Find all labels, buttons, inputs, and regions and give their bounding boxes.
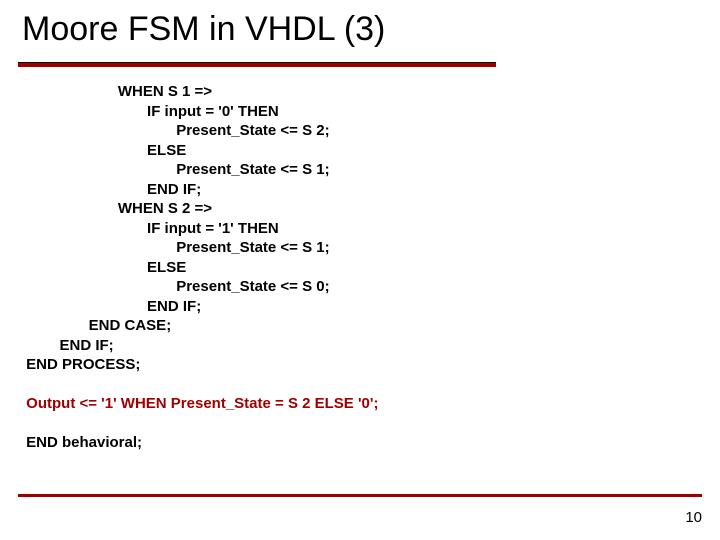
code-line: ELSE — [22, 259, 186, 276]
code-line: END IF; — [22, 298, 201, 315]
code-line-output: Output <= '1' WHEN Present_State = S 2 E… — [22, 395, 378, 412]
code-line: END IF; — [22, 337, 114, 354]
code-line: IF input = '0' THEN — [22, 103, 279, 120]
code-line: ELSE — [22, 142, 186, 159]
code-line: Present_State <= S 0; — [22, 278, 330, 295]
slide: Moore FSM in VHDL (3) WHEN S 1 => IF inp… — [0, 0, 720, 540]
code-line: END IF; — [22, 181, 201, 198]
title-underline-edge — [18, 62, 496, 63]
slide-title: Moore FSM in VHDL (3) — [22, 10, 385, 49]
page-number: 10 — [685, 509, 702, 526]
code-line: Present_State <= S 2; — [22, 122, 330, 139]
code-line: Present_State <= S 1; — [22, 161, 330, 178]
code-line: WHEN S 1 => — [22, 83, 212, 100]
code-block: WHEN S 1 => IF input = '0' THEN Present_… — [22, 82, 378, 453]
code-line: END CASE; — [22, 317, 171, 334]
code-line: IF input = '1' THEN — [22, 220, 279, 237]
code-line: WHEN S 2 => — [22, 200, 212, 217]
code-line: END behavioral; — [22, 434, 142, 451]
code-line: Present_State <= S 1; — [22, 239, 330, 256]
footer-rule — [18, 494, 702, 497]
code-line: END PROCESS; — [22, 356, 140, 373]
